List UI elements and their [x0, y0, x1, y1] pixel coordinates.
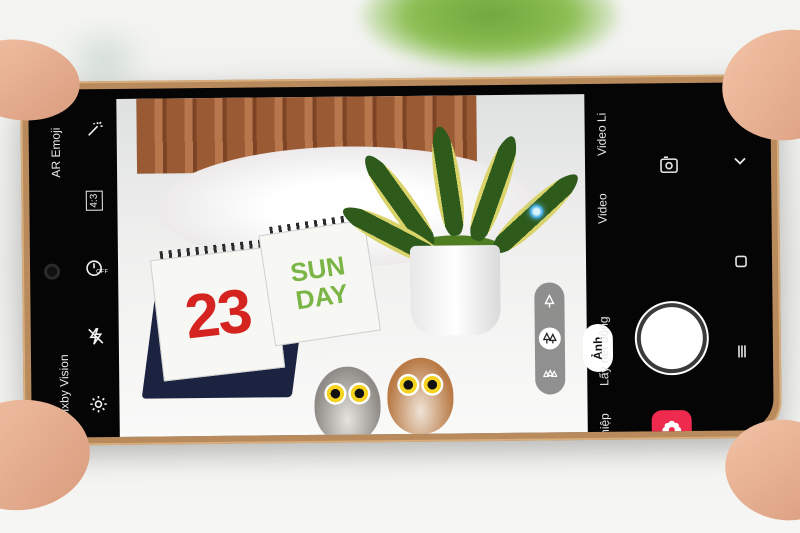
lens-tele-button[interactable]: [538, 290, 560, 312]
menu-lines-nav-icon[interactable]: [731, 340, 753, 362]
calendar-page-weekday: SUN DAY: [258, 219, 382, 347]
lens-wide-button[interactable]: [538, 327, 561, 350]
aspect-ratio-button[interactable]: 4:3: [83, 189, 105, 211]
mode-video-live[interactable]: Video Li: [594, 113, 608, 156]
single-tree-icon: [544, 294, 555, 308]
lens-selector[interactable]: [534, 282, 566, 395]
lens-ultrawide-button[interactable]: [539, 364, 561, 386]
phone: AR Emoji 4:3 OFF Bixby Vision 23 SUN DAY…: [20, 74, 782, 446]
camera-viewfinder[interactable]: 23 SUN DAY: [116, 94, 588, 438]
timer-off-label: OFF: [96, 269, 109, 276]
mode-live-focus[interactable]: Lấy nét động: [597, 316, 612, 386]
mode-video[interactable]: Video: [595, 193, 609, 224]
switch-camera-icon[interactable]: [657, 153, 681, 177]
scene-optimizer-indicator[interactable]: [529, 204, 544, 219]
ar-emoji-button[interactable]: AR Emoji: [49, 128, 64, 178]
mode-more[interactable]: hiệp: [598, 413, 612, 436]
aspect-ratio-label: 4:3: [85, 190, 103, 211]
flower-icon: [662, 420, 682, 438]
calendar-weekday: SUN DAY: [288, 250, 351, 316]
plant-pot: [409, 244, 501, 336]
settings-gear-icon[interactable]: [87, 393, 109, 415]
chevron-down-icon[interactable]: [729, 150, 751, 172]
owl-figurine-brown: [387, 357, 454, 435]
background-plant-blur: [360, 0, 620, 70]
recent-apps-nav-icon[interactable]: [730, 250, 752, 272]
left-control-rail: AR Emoji 4:3 OFF Bixby Vision: [28, 89, 122, 438]
two-trees-icon: [542, 332, 557, 344]
gallery-thumbnail[interactable]: [651, 409, 693, 438]
screen: AR Emoji 4:3 OFF Bixby Vision 23 SUN DAY…: [28, 82, 774, 438]
three-trees-icon: [543, 369, 558, 378]
owl-figurine-grey: [314, 366, 381, 438]
shutter-button[interactable]: [640, 306, 704, 370]
flash-off-icon[interactable]: [85, 325, 107, 347]
effects-wand-icon[interactable]: [83, 119, 105, 141]
calendar-day-number: 23: [181, 275, 254, 352]
timer-off-icon[interactable]: OFF: [84, 257, 109, 279]
